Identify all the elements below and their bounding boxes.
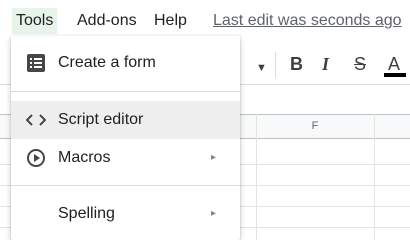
menu-bar: Tools Add-ons Help Last edit was seconds… — [0, 0, 410, 40]
menu-separator — [11, 91, 240, 92]
menu-help[interactable]: Help — [154, 10, 187, 32]
code-icon — [25, 110, 47, 130]
italic-button[interactable]: I — [322, 54, 329, 74]
chevron-down-icon[interactable]: ▼ — [256, 58, 267, 78]
strikethrough-button[interactable]: S — [354, 54, 366, 74]
tools-menu: Create a form Script editor Macros ▸ Spe… — [11, 36, 240, 240]
bold-button[interactable]: B — [290, 54, 303, 74]
submenu-arrow-icon: ▸ — [211, 208, 217, 219]
grid-col-line — [374, 114, 375, 240]
menu-addons[interactable]: Add-ons — [77, 10, 137, 32]
menu-item-label: Macros — [58, 149, 111, 166]
menu-item-label: Create a form — [58, 54, 156, 71]
column-header-f[interactable]: F — [256, 114, 374, 139]
menu-item-spelling[interactable]: Spelling ▸ — [11, 195, 240, 233]
toolbar-divider — [275, 52, 276, 78]
menu-item-label: Spelling — [58, 205, 115, 222]
text-color-button[interactable]: A — [388, 54, 400, 74]
text-color-swatch — [384, 73, 406, 77]
menu-item-script-editor[interactable]: Script editor — [11, 101, 240, 139]
submenu-arrow-icon: ▸ — [211, 152, 217, 163]
menu-separator — [11, 185, 240, 186]
form-icon — [25, 53, 47, 73]
last-edit-link[interactable]: Last edit was seconds ago — [213, 10, 402, 32]
menu-item-create-form[interactable]: Create a form — [11, 44, 240, 82]
menu-item-macros[interactable]: Macros ▸ — [11, 139, 240, 177]
menu-tools[interactable]: Tools — [12, 8, 58, 34]
menu-item-label: Script editor — [58, 111, 144, 128]
play-circle-icon — [25, 148, 47, 168]
